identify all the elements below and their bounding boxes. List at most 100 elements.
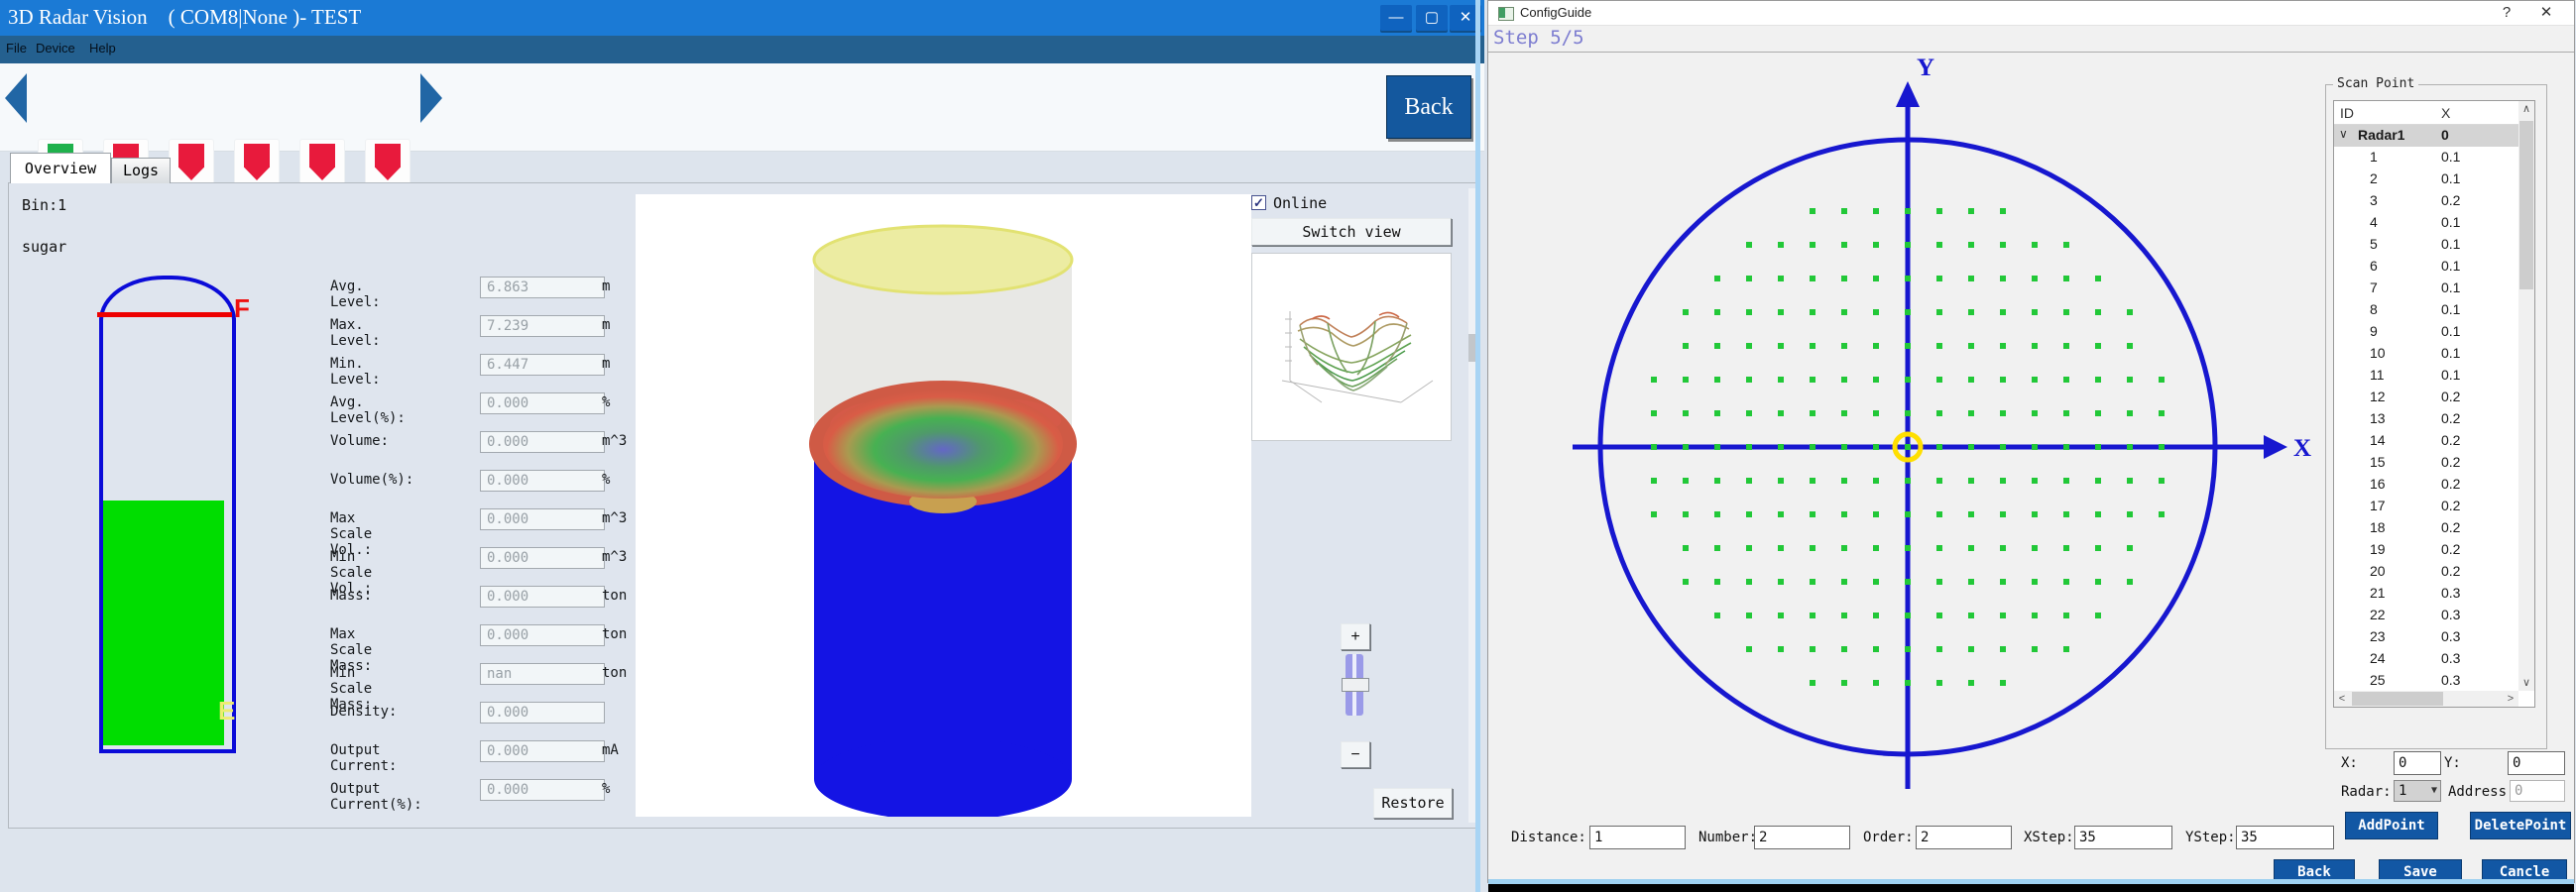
field-value-input[interactable]: 0.000 — [480, 586, 605, 608]
table-row[interactable]: 100.1 — [2334, 343, 2519, 365]
table-row[interactable]: 140.2 — [2334, 430, 2519, 452]
address-field[interactable]: 0 — [2510, 780, 2565, 802]
scan-point-dot — [1778, 579, 1784, 585]
field-value-input[interactable]: 0.000 — [480, 624, 605, 646]
bin-button-6[interactable] — [365, 139, 410, 186]
minimize-button[interactable]: — — [1380, 5, 1412, 31]
param-input-number[interactable]: 2 — [1754, 826, 1850, 849]
menu-help[interactable]: Help — [89, 41, 116, 56]
delete-point-button[interactable]: DeletePoint — [2470, 812, 2571, 839]
zoom-in-button[interactable]: + — [1341, 623, 1370, 650]
table-row[interactable]: 190.2 — [2334, 539, 2519, 561]
cell-id: 8 — [2370, 301, 2378, 317]
radar-combobox[interactable]: 1 ▼ — [2394, 780, 2441, 802]
table-row[interactable]: 120.2 — [2334, 387, 2519, 408]
field-label: Min. Level: — [330, 356, 381, 388]
field-value-input[interactable]: 0.000 — [480, 508, 605, 530]
next-bin-arrow-icon[interactable] — [420, 73, 442, 123]
cell-x: 0.1 — [2441, 301, 2460, 317]
scan-group-row[interactable]: ∨Radar10 — [2334, 125, 2519, 147]
field-value-input[interactable]: 0.000 — [480, 431, 605, 453]
table-hscroll-thumb[interactable] — [2352, 692, 2443, 706]
tab-overview[interactable]: Overview — [10, 153, 111, 183]
tab-logs[interactable]: Logs — [111, 158, 171, 183]
column-header-id[interactable]: ID — [2340, 105, 2354, 121]
scan-point-dot — [2063, 242, 2069, 248]
surface-preview-thumbnail[interactable] — [1251, 253, 1452, 441]
param-input-xstep[interactable]: 35 — [2074, 826, 2172, 849]
config-close-button[interactable]: ✕ — [2535, 3, 2557, 23]
scan-point-dot — [1873, 276, 1879, 281]
scroll-left-icon[interactable]: < — [2334, 691, 2350, 707]
scan-point-dot — [1968, 444, 1974, 450]
table-row[interactable]: 70.1 — [2334, 278, 2519, 299]
cell-x: 0.2 — [2441, 541, 2460, 557]
bin-button-3[interactable] — [169, 139, 214, 186]
bin-button-5[interactable] — [299, 139, 345, 186]
table-row[interactable]: 200.2 — [2334, 561, 2519, 583]
scroll-down-icon[interactable]: ∨ — [2518, 675, 2534, 691]
maximize-button[interactable]: ▢ — [1416, 5, 1448, 31]
table-row[interactable]: 80.1 — [2334, 299, 2519, 321]
x-field[interactable]: 0 — [2394, 751, 2441, 775]
table-row[interactable]: 10.1 — [2334, 147, 2519, 168]
table-row[interactable]: 160.2 — [2334, 474, 2519, 496]
field-value-input[interactable]: 0.000 — [480, 470, 605, 492]
table-row[interactable]: 90.1 — [2334, 321, 2519, 343]
config-title-bar[interactable]: ConfigGuide ? ✕ — [1488, 1, 2574, 26]
field-value-input[interactable]: 0.000 — [480, 779, 605, 801]
zoom-slider-handle[interactable] — [1342, 678, 1369, 692]
scan-point-dot — [1968, 646, 1974, 652]
field-value-input[interactable]: nan — [480, 663, 605, 685]
scroll-right-icon[interactable]: > — [2503, 691, 2518, 707]
title-bar[interactable]: 3D Radar Vision ( COM8|None )- TEST — ▢ … — [0, 0, 1484, 36]
online-checkbox[interactable]: ✓ — [1251, 195, 1266, 210]
table-row[interactable]: 110.1 — [2334, 365, 2519, 387]
cell-x: 0.1 — [2441, 149, 2460, 165]
help-button[interactable]: ? — [2496, 3, 2517, 23]
param-input-distance[interactable]: 1 — [1589, 826, 1686, 849]
scan-pattern-plot[interactable]: X Y — [1528, 56, 2351, 819]
switch-view-button[interactable]: Switch view — [1251, 218, 1452, 246]
field-value-input[interactable]: 6.863 — [480, 277, 605, 298]
table-row[interactable]: 20.1 — [2334, 168, 2519, 190]
back-button[interactable]: Back — [1386, 75, 1471, 139]
scroll-up-icon[interactable]: ∧ — [2518, 101, 2534, 117]
x-axis-label: X — [2293, 435, 2311, 462]
y-field[interactable]: 0 — [2508, 751, 2565, 775]
table-row[interactable]: 130.2 — [2334, 408, 2519, 430]
field-value-input[interactable]: 0.000 — [480, 547, 605, 569]
scan-point-table[interactable]: ID X ∨Radar1010.120.130.240.150.160.170.… — [2333, 100, 2535, 708]
table-row[interactable]: 230.3 — [2334, 626, 2519, 648]
column-header-x[interactable]: X — [2441, 105, 2450, 121]
field-value-input[interactable]: 0.000 — [480, 392, 605, 414]
table-row[interactable]: 240.3 — [2334, 648, 2519, 670]
scan-point-dot — [1746, 276, 1752, 281]
param-input-order[interactable]: 2 — [1916, 826, 2012, 849]
field-value-input[interactable]: 6.447 — [480, 354, 605, 376]
table-row[interactable]: 30.2 — [2334, 190, 2519, 212]
field-value-input[interactable]: 7.239 — [480, 315, 605, 337]
table-row[interactable]: 150.2 — [2334, 452, 2519, 474]
menu-file[interactable]: File — [6, 41, 27, 56]
table-row[interactable]: 50.1 — [2334, 234, 2519, 256]
table-vscroll-thumb[interactable] — [2519, 121, 2533, 289]
scan-point-dot — [1746, 511, 1752, 517]
expander-icon[interactable]: ∨ — [2339, 127, 2348, 141]
bin-button-4[interactable] — [234, 139, 280, 186]
menu-device[interactable]: Device — [36, 41, 75, 56]
zoom-out-button[interactable]: − — [1341, 741, 1370, 768]
table-row[interactable]: 180.2 — [2334, 517, 2519, 539]
table-row[interactable]: 250.3 — [2334, 670, 2519, 692]
table-row[interactable]: 40.1 — [2334, 212, 2519, 234]
bin-3d-view[interactable] — [636, 194, 1251, 817]
table-row[interactable]: 220.3 — [2334, 605, 2519, 626]
table-row[interactable]: 60.1 — [2334, 256, 2519, 278]
add-point-button[interactable]: AddPoint — [2345, 812, 2438, 839]
restore-button[interactable]: Restore — [1373, 788, 1453, 819]
param-input-ystep[interactable]: 35 — [2236, 826, 2334, 849]
field-value-input[interactable]: 0.000 — [480, 740, 605, 762]
table-row[interactable]: 170.2 — [2334, 496, 2519, 517]
table-row[interactable]: 210.3 — [2334, 583, 2519, 605]
field-value-input[interactable]: 0.000 — [480, 702, 605, 724]
